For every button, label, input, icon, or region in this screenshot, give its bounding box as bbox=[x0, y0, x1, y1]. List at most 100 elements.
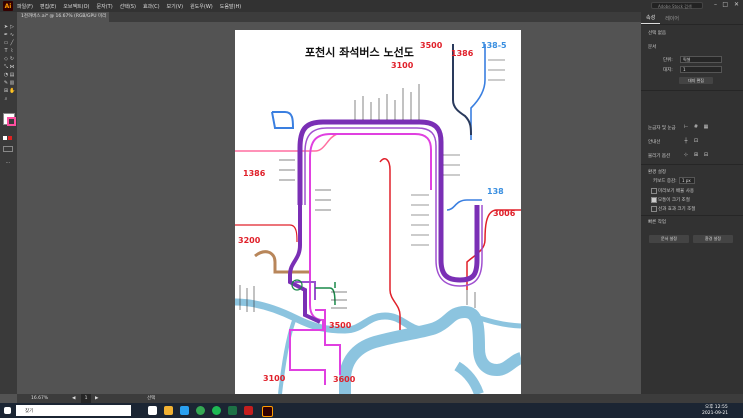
task-view-icon[interactable] bbox=[148, 406, 157, 415]
pixel-grid-icon[interactable]: ▦ bbox=[703, 124, 709, 130]
snap-point-icon[interactable]: ⊹ bbox=[683, 152, 689, 158]
ruler-icon[interactable]: ⊢ bbox=[683, 124, 689, 130]
snap-grid-icon[interactable]: ⊞ bbox=[693, 152, 699, 158]
width-tool-icon[interactable]: ⋈ bbox=[9, 64, 15, 70]
status-bar: 16.67% ◀ 1 ▶ 선택 bbox=[17, 394, 743, 403]
tab-layers[interactable]: 레이어 bbox=[660, 13, 684, 24]
document-tab[interactable]: 1천까버스.ai* @ 16.67% (RGB/GPU 미리 보기) bbox=[17, 12, 109, 29]
menu-select[interactable]: 선택(S) bbox=[120, 3, 136, 10]
current-tool-label: 선택 bbox=[147, 396, 156, 401]
document-tab-bar: 1천까버스.ai* @ 16.67% (RGB/GPU 미리 보기) bbox=[17, 12, 641, 29]
direct-selection-tool-icon[interactable]: ▷ bbox=[9, 24, 15, 30]
stop-ticks bbox=[239, 59, 505, 312]
route-label-3500-top: 3500 bbox=[420, 41, 443, 50]
hand-tool-icon[interactable]: ✋ bbox=[9, 88, 15, 94]
file-explorer-icon[interactable] bbox=[164, 406, 173, 415]
curvature-tool-icon[interactable]: ∿ bbox=[9, 32, 15, 38]
excel-icon[interactable] bbox=[228, 406, 237, 415]
rotate-tool-icon[interactable]: ↻ bbox=[9, 56, 15, 62]
route-label-3006: 3006 bbox=[493, 209, 516, 218]
keyboard-increment-input[interactable]: 1 px bbox=[679, 177, 695, 184]
show-guides-icon[interactable]: ┼ bbox=[683, 138, 689, 144]
chart-tool-icon[interactable]: ▥ bbox=[9, 80, 15, 86]
grid-icon[interactable]: # bbox=[693, 124, 699, 130]
line-tool-icon[interactable]: ╱ bbox=[9, 40, 15, 46]
route-magenta-north bbox=[309, 133, 432, 205]
route-label-3500-south: 3500 bbox=[329, 321, 352, 330]
document-setup-button[interactable]: 문서 설정 bbox=[649, 235, 689, 243]
menu-file[interactable]: 파일(F) bbox=[17, 3, 33, 10]
preferences-section-title: 환경 설정 bbox=[648, 170, 666, 175]
menu-help[interactable]: 도움말(H) bbox=[220, 3, 241, 10]
divider bbox=[641, 90, 743, 91]
checkbox-scale-corners[interactable] bbox=[651, 197, 657, 203]
preferences-button[interactable]: 환경 설정 bbox=[693, 235, 733, 243]
color-mode-icon[interactable] bbox=[3, 136, 7, 140]
prev-artboard-icon[interactable]: ◀ bbox=[72, 394, 75, 403]
properties-panel: 속성 레이어 선택 없음 문서 단위: 픽셀 대지: 1 대지 편집 눈금자 및… bbox=[641, 12, 743, 394]
lock-guides-icon[interactable]: ⊡ bbox=[693, 138, 699, 144]
checkbox-label-1: 미리보기 배율 사용 bbox=[658, 189, 694, 194]
screen-mode-icon[interactable] bbox=[3, 146, 13, 152]
route-label-1386-top: 1386 bbox=[451, 49, 474, 58]
menu-view[interactable]: 보기(V) bbox=[167, 3, 184, 10]
next-artboard-icon[interactable]: ▶ bbox=[95, 394, 98, 403]
stock-search-input[interactable]: Adobe Stock 검색 bbox=[651, 2, 703, 9]
route-green-line bbox=[315, 282, 336, 306]
chrome-icon[interactable] bbox=[196, 406, 205, 415]
zoom-level[interactable]: 16.67% bbox=[31, 394, 48, 403]
menu-edit[interactable]: 편집(E) bbox=[40, 3, 56, 10]
stroke-swatch[interactable] bbox=[7, 117, 16, 126]
route-purple-main bbox=[297, 119, 480, 283]
acrobat-icon[interactable] bbox=[244, 406, 253, 415]
artboard-label: 대지: bbox=[663, 68, 673, 73]
divider bbox=[641, 215, 743, 216]
no-selection-label: 선택 없음 bbox=[648, 31, 666, 36]
gradient-mode-icon[interactable] bbox=[8, 136, 12, 140]
route-label-138: 138 bbox=[487, 187, 504, 196]
edge-browser-icon[interactable] bbox=[180, 406, 189, 415]
illustrator-app-icon[interactable]: Ai bbox=[3, 1, 13, 11]
artboard-number[interactable]: 1 bbox=[81, 394, 91, 403]
tab-properties[interactable]: 속성 bbox=[641, 12, 661, 24]
units-select[interactable]: 픽셀 bbox=[680, 56, 722, 63]
windows-taskbar: 찾기 오후 12:55 2021-09-21 bbox=[0, 403, 743, 418]
maximize-icon[interactable]: □ bbox=[722, 1, 728, 8]
menu-window[interactable]: 윈도우(W) bbox=[190, 3, 213, 10]
zoom-tool-icon[interactable]: ⌕ bbox=[3, 96, 9, 102]
checkbox-preview-bounds[interactable] bbox=[651, 188, 657, 194]
route-purple-inner bbox=[304, 127, 483, 287]
gradient-tool-icon[interactable]: ▤ bbox=[9, 72, 15, 78]
minimize-icon[interactable]: – bbox=[714, 1, 717, 8]
edit-artboards-button[interactable]: 대지 편집 bbox=[679, 77, 713, 84]
close-icon[interactable]: ✕ bbox=[734, 1, 739, 8]
checkbox-scale-strokes[interactable] bbox=[651, 206, 657, 212]
document-section-title: 문서 bbox=[648, 45, 657, 50]
artboard[interactable]: 포천시 좌석버스 노선도 3500 1386 138-5 3100 1386 1… bbox=[235, 30, 521, 394]
snap-pixel-icon[interactable]: ⊟ bbox=[703, 152, 709, 158]
map-title: 포천시 좌석버스 노선도 bbox=[305, 45, 414, 59]
menu-effect[interactable]: 효과(C) bbox=[143, 3, 160, 10]
more-tools-icon[interactable]: ⋯ bbox=[5, 160, 11, 166]
route-magenta-south bbox=[289, 205, 326, 385]
clock-date[interactable]: 2021-09-21 bbox=[702, 411, 728, 416]
illustrator-taskbar-icon[interactable] bbox=[262, 406, 273, 417]
checkbox-label-2: 모퉁이 크기 조절 bbox=[658, 198, 690, 203]
spotify-icon[interactable] bbox=[212, 406, 221, 415]
windows-start-icon[interactable] bbox=[4, 407, 11, 414]
panel-tabs: 속성 레이어 bbox=[641, 12, 743, 25]
checkbox-label-3: 선과 효과 크기 조절 bbox=[658, 207, 696, 212]
clock-time[interactable]: 오후 12:55 bbox=[705, 404, 728, 410]
brush-tool-icon[interactable]: ⌇ bbox=[9, 48, 15, 54]
menu-object[interactable]: 오브젝트(O) bbox=[63, 3, 89, 10]
route-label-3200: 3200 bbox=[238, 236, 261, 245]
quick-actions-title: 빠른 작업 bbox=[648, 220, 666, 225]
bus-route-map: 포천시 좌석버스 노선도 3500 1386 138-5 3100 1386 1… bbox=[235, 41, 521, 394]
route-label-138-5: 138-5 bbox=[481, 41, 507, 50]
divider bbox=[641, 164, 743, 165]
menu-type[interactable]: 문자(T) bbox=[97, 3, 113, 10]
route-label-3100-south: 3100 bbox=[263, 374, 286, 383]
artboard-select[interactable]: 1 bbox=[680, 66, 722, 73]
tools-panel: ➤ ▷ ✒ ∿ ▭ ╱ T ⌇ ◇ ↻ ⤡ ⋈ ◔ ▤ ✎ ▥ ⊞ ✋ ⌕ ⋯ bbox=[0, 12, 17, 394]
snap-options-label: 물리기 옵션 bbox=[648, 154, 671, 159]
